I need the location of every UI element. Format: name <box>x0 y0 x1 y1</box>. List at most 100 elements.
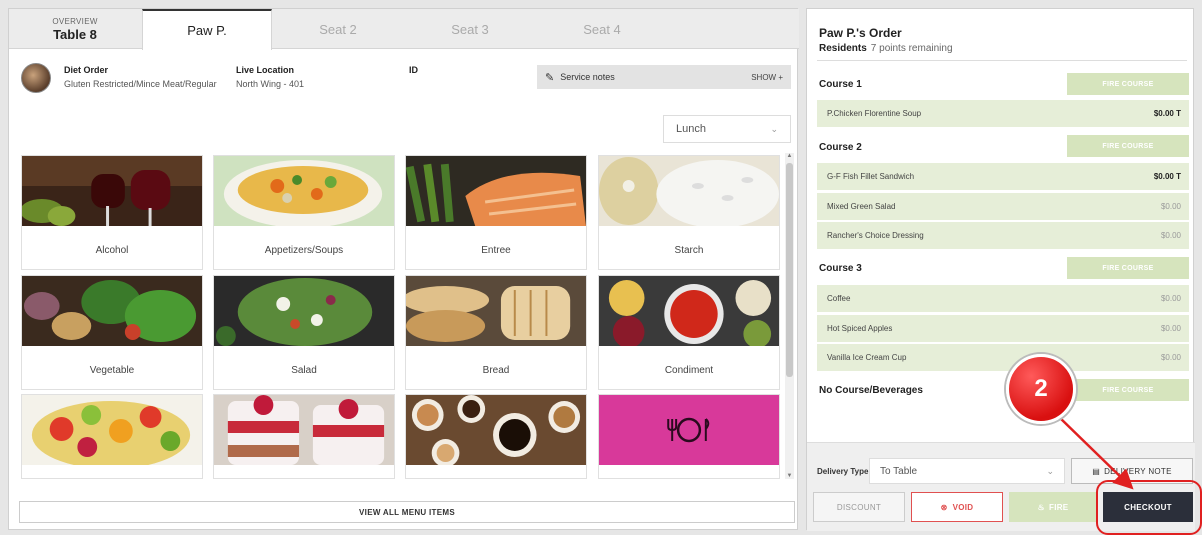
category-card-beverages[interactable] <box>405 394 587 479</box>
avatar <box>21 63 51 93</box>
void-icon: ⊗ <box>940 502 948 512</box>
category-card-appetizers-soups[interactable]: Appetizers/Soups <box>213 155 395 270</box>
fire-course-button[interactable]: FIRE COURSE <box>1067 257 1189 279</box>
divider <box>817 60 1187 61</box>
view-all-menu-items-button[interactable]: VIEW ALL MENU ITEMS <box>19 501 795 523</box>
order-item-name: Vanilla Ice Cream Cup <box>827 353 907 362</box>
scroll-down-icon[interactable]: ▼ <box>785 473 794 479</box>
category-label: Salad <box>291 364 317 376</box>
annotation-highlight <box>1096 480 1202 535</box>
order-item-price: $0.00 T <box>1153 109 1181 118</box>
pencil-icon: ✎ <box>545 71 555 84</box>
category-card-entree[interactable]: Entree <box>405 155 587 270</box>
fruit-salad-image <box>22 395 202 469</box>
tab-seat-2[interactable]: Seat 2 <box>273 9 403 49</box>
order-item[interactable]: Hot Spiced Apples $0.00 <box>817 315 1189 343</box>
salmon-asparagus-image <box>405 156 586 226</box>
order-item[interactable]: Coffee $0.00 <box>817 285 1189 313</box>
order-item-price: $0.00 <box>1160 324 1181 333</box>
flame-icon: ♨ <box>1037 502 1046 512</box>
course-heading: Course 2 <box>819 142 862 153</box>
order-item-name: Rancher's Choice Dressing <box>827 231 924 240</box>
category-card-alcohol[interactable]: Alcohol <box>20 155 203 270</box>
category-card-starch[interactable]: Starch <box>598 155 780 270</box>
soup-bowl-image <box>214 156 394 228</box>
category-scrollbar[interactable]: ▲ ▼ <box>785 153 794 479</box>
order-item[interactable]: G-F Fish Fillet Sandwich $0.00 T <box>817 163 1189 191</box>
category-card-salad[interactable]: Salad <box>213 275 395 390</box>
service-notes-bar[interactable]: ✎ Service notes SHOW + <box>537 65 791 89</box>
fire-button[interactable]: ♨ FIRE <box>1009 492 1097 522</box>
tab-paw-p[interactable]: Paw P. <box>142 9 272 50</box>
order-item[interactable]: Rancher's Choice Dressing $0.00 <box>817 222 1189 250</box>
order-item-price: $0.00 <box>1160 231 1181 240</box>
order-item-name: G-F Fish Fillet Sandwich <box>827 172 915 181</box>
annotation-step-badge: 2 <box>1006 354 1076 424</box>
parfait-image <box>214 395 394 465</box>
course-heading: Course 3 <box>819 263 862 274</box>
order-item[interactable]: Vanilla Ice Cream Cup $0.00 <box>817 344 1189 372</box>
meal-period-value: Lunch <box>676 123 706 135</box>
category-label: Alcohol <box>95 244 129 256</box>
table-label: Table 8 <box>53 26 97 42</box>
delivery-type-select[interactable]: To Table ⌄ <box>869 458 1065 484</box>
void-button[interactable]: ⊗ VOID <box>911 492 1003 522</box>
wine-glasses-image <box>20 156 202 226</box>
fire-course-button[interactable]: FIRE COURSE <box>1067 73 1189 95</box>
show-button[interactable]: SHOW + <box>751 73 783 82</box>
points-remaining: 7 points remaining <box>870 43 953 54</box>
category-card-vegetable[interactable]: Vegetable <box>21 275 203 390</box>
category-label: Entree <box>481 244 511 256</box>
vegetables-image <box>22 276 202 346</box>
delivery-type-value: To Table <box>880 465 918 477</box>
note-icon: ▤ <box>1092 466 1101 476</box>
order-panel: Paw P.'s Order Residents 7 points remaini… <box>806 8 1195 531</box>
category-label: Condiment <box>664 364 714 376</box>
order-item-name: Coffee <box>827 294 851 303</box>
fire-label: FIRE <box>1049 502 1069 512</box>
menu-panel: OVERVIEW Table 8 Paw P. Seat 2 Seat 3 Se… <box>8 8 799 530</box>
category-label: Bread <box>482 364 510 376</box>
tab-seat-3[interactable]: Seat 3 <box>405 9 535 49</box>
course-heading: Course 1 <box>819 79 862 90</box>
category-card-bread[interactable]: Bread <box>402 275 587 390</box>
category-label: Vegetable <box>89 364 135 376</box>
plan-label: Residents <box>819 43 867 54</box>
order-item[interactable]: Mixed Green Salad $0.00 <box>817 193 1189 221</box>
meal-period-select[interactable]: Lunch ⌄ <box>663 115 791 143</box>
seat-tabs: OVERVIEW Table 8 Paw P. Seat 2 Seat 3 Se… <box>9 9 799 50</box>
salad-bowl-image <box>214 276 394 346</box>
delivery-note-label: DELIVERY NOTE <box>1104 466 1172 476</box>
live-location-label: Live Location <box>236 65 295 75</box>
category-card-fruit[interactable] <box>21 394 203 479</box>
diet-order-value: Gluten Restricted/Mince Meat/Regular <box>64 79 217 89</box>
order-item-name: Hot Spiced Apples <box>827 324 893 333</box>
order-item-price: $0.00 <box>1160 202 1181 211</box>
chevron-down-icon: ⌄ <box>1046 465 1054 476</box>
tab-overview[interactable]: OVERVIEW Table 8 <box>9 9 141 49</box>
chevron-down-icon: ⌄ <box>770 123 778 134</box>
live-location-value: North Wing - 401 <box>236 79 305 89</box>
bread-loaves-image <box>402 276 586 346</box>
category-card-condiment[interactable]: Condiment <box>598 275 780 390</box>
course-heading: No Course/Beverages <box>819 385 923 396</box>
order-item-name: P.Chicken Florentine Soup <box>827 109 922 118</box>
tab-seat-4[interactable]: Seat 4 <box>537 9 667 49</box>
order-item-price: $0.00 <box>1160 294 1181 303</box>
void-label: VOID <box>952 502 974 512</box>
scroll-up-icon[interactable]: ▲ <box>785 153 794 159</box>
fire-course-button[interactable]: FIRE COURSE <box>1067 135 1189 157</box>
discount-button[interactable]: DISCOUNT <box>813 492 905 522</box>
rice-potato-image <box>599 156 779 228</box>
order-item-name: Mixed Green Salad <box>827 202 896 211</box>
category-card-dessert[interactable] <box>213 394 395 479</box>
overview-label: OVERVIEW <box>52 16 98 26</box>
order-title: Paw P.'s Order <box>819 26 902 40</box>
delivery-type-label: Delivery Type <box>817 467 869 476</box>
order-item[interactable]: P.Chicken Florentine Soup $0.00 T <box>817 100 1189 128</box>
sauces-image <box>599 276 779 348</box>
scroll-thumb[interactable] <box>786 163 793 377</box>
id-label: ID <box>409 65 418 75</box>
category-card-other[interactable] <box>598 394 780 479</box>
fire-course-button[interactable]: FIRE COURSE <box>1067 379 1189 401</box>
